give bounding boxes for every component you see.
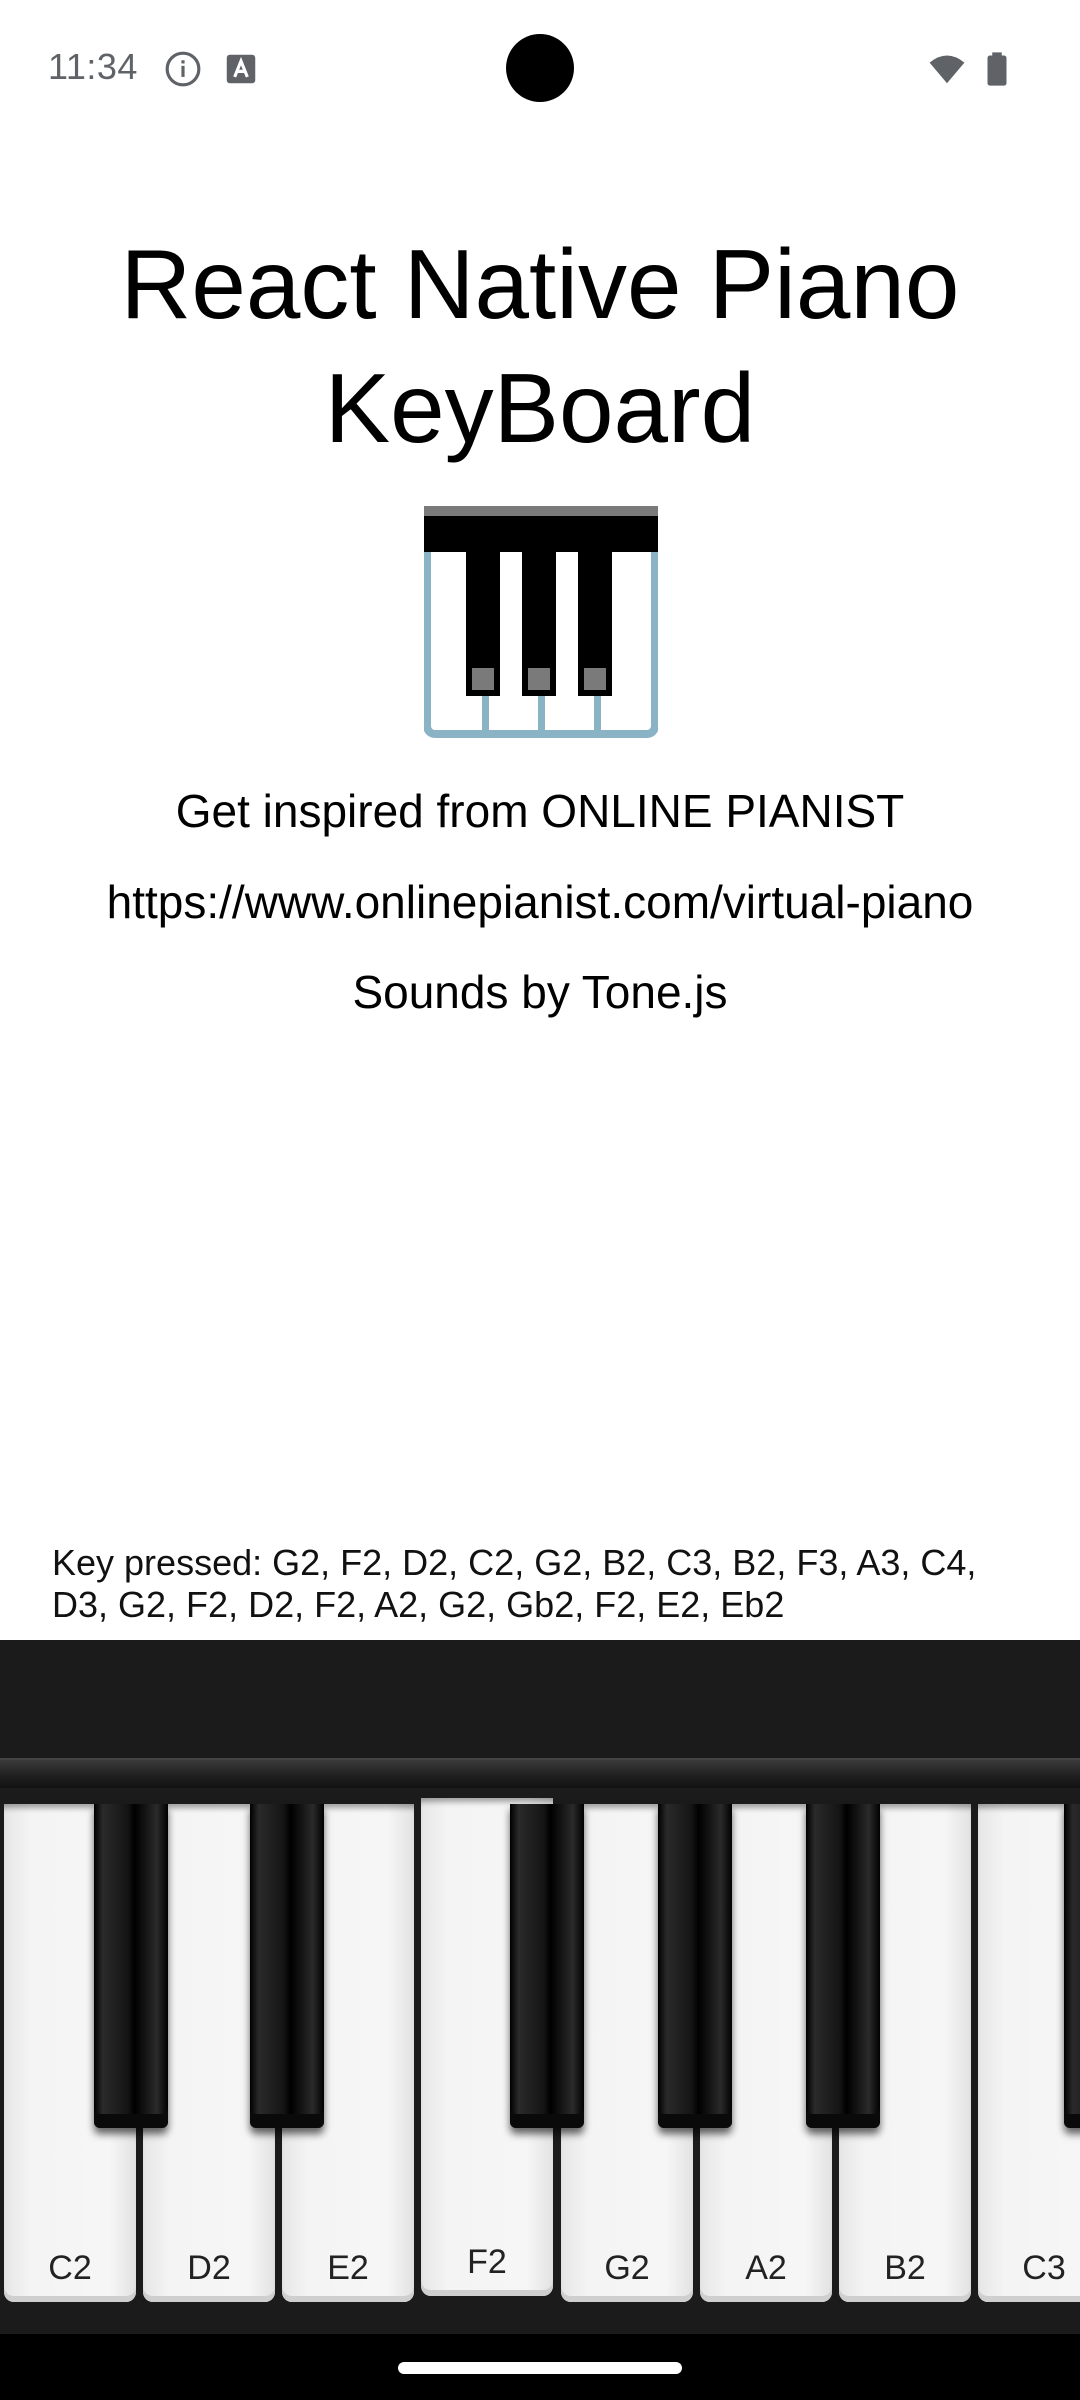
key-label: F2	[467, 2243, 507, 2281]
wifi-icon	[929, 55, 965, 84]
key-label: D2	[187, 2249, 231, 2287]
piano-keys-icon	[424, 506, 658, 738]
black-key-db2[interactable]	[94, 1804, 168, 2128]
source-url-link[interactable]: https://www.onlinepianist.com/virtual-pi…	[0, 874, 1080, 930]
camera-cutout	[506, 34, 574, 102]
text-a-icon	[226, 54, 256, 84]
app-title: React Native Piano KeyBoard	[120, 229, 960, 463]
keyboard-rail	[0, 1758, 1080, 1788]
key-label: C2	[48, 2249, 92, 2287]
key-label: A2	[745, 2249, 787, 2287]
black-key-ab2[interactable]	[658, 1804, 732, 2128]
sounds-credit-text: Sounds by Tone.js	[352, 966, 728, 1018]
black-key-gb2[interactable]	[510, 1804, 584, 2128]
key-label: C3	[1022, 2249, 1066, 2287]
key-label: B2	[884, 2249, 926, 2287]
status-time: 11:34	[48, 46, 138, 87]
key-label: E2	[327, 2249, 369, 2287]
status-bar: 11:34	[0, 0, 1080, 136]
black-key-db3[interactable]	[1064, 1804, 1080, 2128]
black-key-bb2[interactable]	[806, 1804, 880, 2128]
piano-keyboard: C2 D2 E2 F2 G2 A2 B2 C3	[0, 1640, 1080, 2334]
battery-icon	[987, 52, 1007, 86]
key-label: G2	[604, 2249, 650, 2287]
black-key-eb2[interactable]	[250, 1804, 324, 2128]
info-icon	[165, 51, 201, 87]
home-indicator[interactable]	[398, 2362, 682, 2374]
key-pressed-history: Key pressed: G2, F2, D2, C2, G2, B2, C3,…	[52, 1542, 977, 1625]
inspired-text: Get inspired from ONLINE PIANIST	[175, 785, 905, 837]
app-screen: 11:34 React Native Piano KeyBoard Get in…	[0, 0, 1080, 2400]
